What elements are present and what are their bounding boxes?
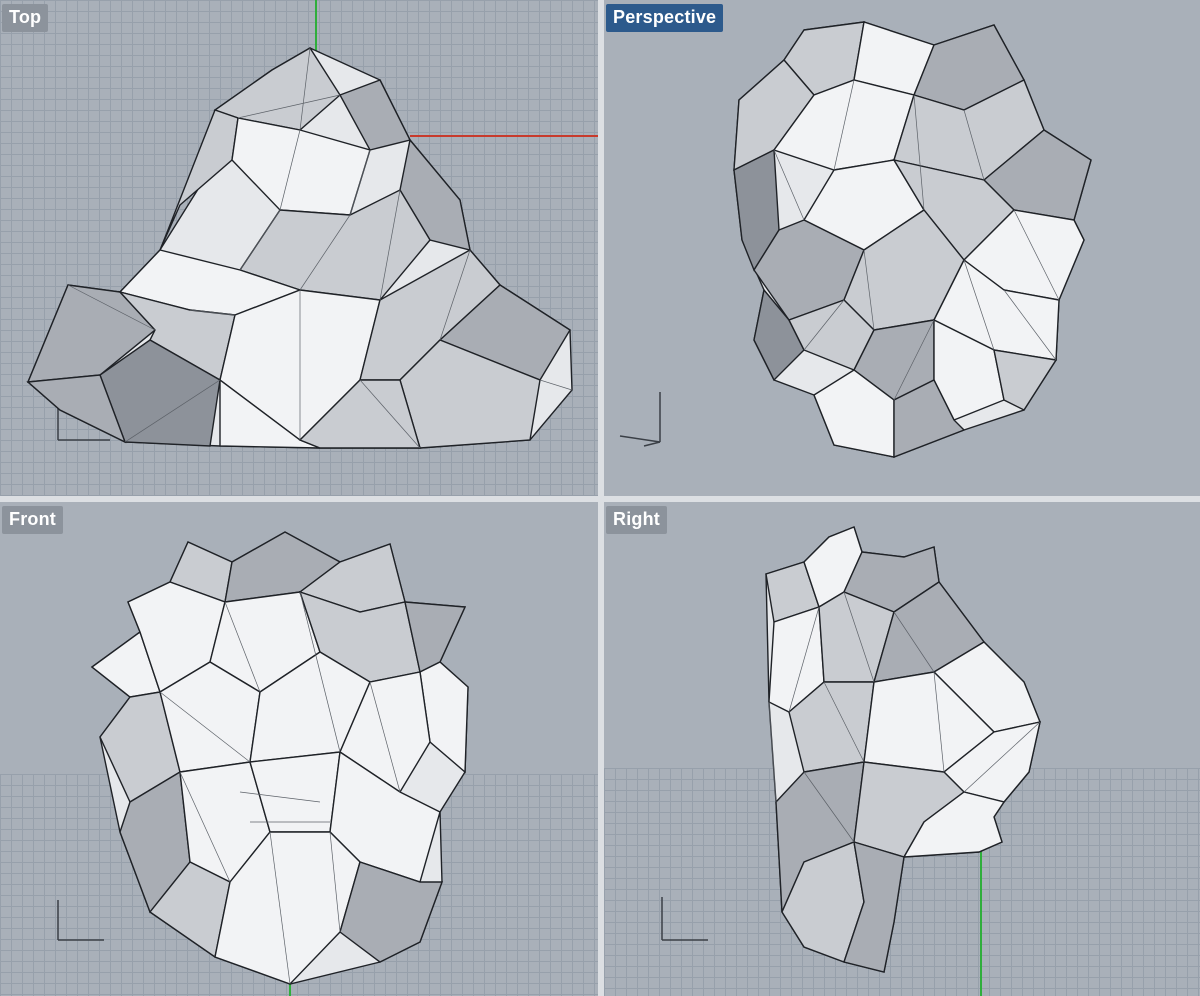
- axis-indicator-icon: [619, 392, 661, 447]
- viewport-top[interactable]: Top: [0, 0, 598, 496]
- perspective-view-model: [619, 21, 1092, 459]
- viewport-perspective[interactable]: Perspective: [604, 0, 1200, 496]
- top-view-model: [26, 0, 598, 449]
- viewport-label-perspective[interactable]: Perspective: [606, 4, 724, 32]
- axis-indicator-icon: [57, 900, 104, 941]
- viewport-label-right[interactable]: Right: [606, 506, 667, 534]
- viewport-front[interactable]: Front: [0, 502, 598, 996]
- lion-head-mesh-right: [765, 526, 1041, 973]
- viewport-label-front[interactable]: Front: [2, 506, 63, 534]
- lion-head-mesh-front: [90, 531, 469, 985]
- front-view-model: [57, 531, 469, 996]
- right-view-model: [661, 526, 1041, 996]
- axis-indicator-icon: [661, 897, 708, 941]
- viewport-right[interactable]: Right: [604, 502, 1200, 996]
- viewport-label-top[interactable]: Top: [2, 4, 49, 32]
- viewport-layout: Top Perspective Front Right: [0, 0, 1200, 996]
- lion-head-mesh-perspective: [733, 21, 1092, 459]
